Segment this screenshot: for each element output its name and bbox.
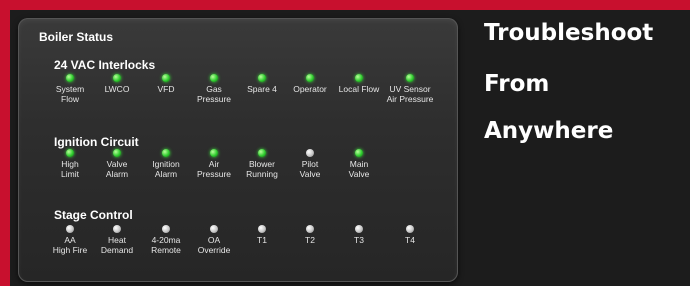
status-led-icon (66, 74, 74, 82)
headline-line-2: From (484, 71, 550, 97)
status-led-icon (162, 74, 170, 82)
status-led-icon (113, 149, 121, 157)
status-led-icon (210, 149, 218, 157)
status-led-icon (66, 149, 74, 157)
section-title-interlocks: 24 VAC Interlocks (54, 58, 156, 72)
boiler-status-panel: Boiler Status 24 VAC Interlocks System F… (18, 18, 458, 282)
status-led-icon (113, 225, 121, 233)
indicator-t4: T4 (375, 225, 445, 245)
headline-line-3: Anywhere (484, 118, 614, 144)
status-led-icon (258, 74, 266, 82)
indicator-main-valve: Main Valve (324, 149, 394, 179)
status-led-icon (355, 149, 363, 157)
status-led-icon (258, 149, 266, 157)
indicator-uv-sensor-air-pressure: UV Sensor Air Pressure (375, 74, 445, 104)
status-led-icon (355, 225, 363, 233)
status-led-icon (306, 225, 314, 233)
section-title-ignition: Ignition Circuit (54, 135, 139, 149)
status-led-icon (306, 74, 314, 82)
indicator-label: T4 (405, 235, 415, 245)
indicator-label: Main Valve (348, 159, 370, 179)
panel-title: Boiler Status (39, 30, 114, 44)
status-led-icon (162, 149, 170, 157)
headline-line-1: Troubleshoot (484, 20, 654, 46)
status-led-icon (210, 74, 218, 82)
status-led-icon (355, 74, 363, 82)
section-title-stage: Stage Control (54, 208, 133, 222)
status-led-icon (406, 74, 414, 82)
status-led-icon (258, 225, 266, 233)
status-led-icon (66, 225, 74, 233)
status-led-icon (306, 149, 314, 157)
status-led-icon (162, 225, 170, 233)
status-led-icon (406, 225, 414, 233)
status-led-icon (113, 74, 121, 82)
status-led-icon (210, 225, 218, 233)
indicator-label: UV Sensor Air Pressure (386, 84, 434, 104)
